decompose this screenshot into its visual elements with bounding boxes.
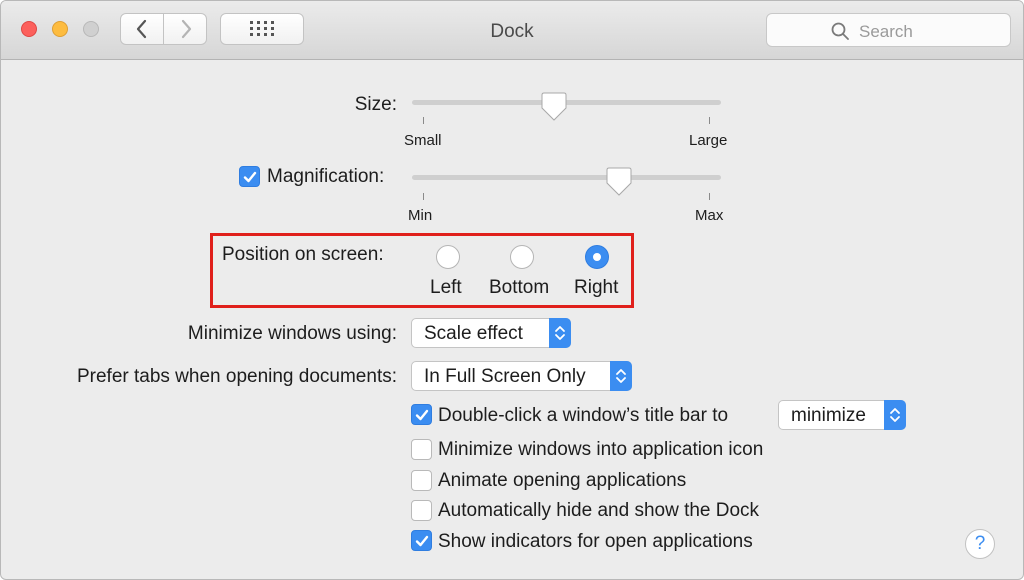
position-bottom-radio[interactable] xyxy=(510,245,534,269)
double-click-checkbox[interactable] xyxy=(411,404,432,425)
minimize-into-icon-checkbox[interactable] xyxy=(411,439,432,460)
search-field[interactable]: Search xyxy=(766,13,1011,47)
up-down-arrows-icon xyxy=(616,369,626,383)
prefer-tabs-value: In Full Screen Only xyxy=(424,366,586,387)
magnification-label: Magnification: xyxy=(267,166,385,187)
minimize-effect-value: Scale effect xyxy=(424,323,523,344)
autohide-dock-checkbox[interactable] xyxy=(411,500,432,521)
size-max-label: Large xyxy=(689,132,728,149)
checkmark-icon xyxy=(243,171,257,183)
animate-opening-label: Animate opening applications xyxy=(438,470,687,491)
size-min-label: Small xyxy=(404,132,442,149)
magnification-min-label: Min xyxy=(408,207,433,224)
double-click-action-popup[interactable]: minimize xyxy=(778,400,906,430)
animate-opening-checkbox[interactable] xyxy=(411,470,432,491)
title-bar: Dock Search xyxy=(1,1,1023,60)
magnification-slider-knob[interactable] xyxy=(606,167,632,197)
position-right-label: Right xyxy=(574,277,619,298)
checkmark-icon xyxy=(415,535,429,547)
up-down-arrows-icon xyxy=(555,326,565,340)
size-slider-knob[interactable] xyxy=(541,92,567,122)
minimize-using-label: Minimize windows using: xyxy=(187,323,397,344)
show-indicators-label: Show indicators for open applications xyxy=(438,531,753,552)
up-down-arrows-icon xyxy=(890,408,900,422)
magnification-max-label: Max xyxy=(695,207,724,224)
size-tick xyxy=(423,117,424,124)
show-indicators-checkbox[interactable] xyxy=(411,530,432,551)
magnification-tick xyxy=(423,193,424,200)
position-bottom-label: Bottom xyxy=(489,277,550,298)
magnification-slider-track[interactable] xyxy=(412,175,721,180)
minimize-effect-popup[interactable]: Scale effect xyxy=(411,318,571,348)
position-right-radio[interactable] xyxy=(585,245,609,269)
position-left-radio[interactable] xyxy=(436,245,460,269)
position-label: Position on screen: xyxy=(222,244,384,265)
checkmark-icon xyxy=(415,409,429,421)
prefer-tabs-label: Prefer tabs when opening documents: xyxy=(76,366,397,387)
magnification-tick xyxy=(709,193,710,200)
size-label: Size: xyxy=(354,94,397,115)
help-button[interactable]: ? xyxy=(965,529,995,559)
search-placeholder: Search xyxy=(859,22,913,41)
search-icon xyxy=(831,22,849,40)
double-click-action-value: minimize xyxy=(791,405,866,426)
double-click-label: Double-click a window’s title bar to xyxy=(438,405,729,426)
size-tick xyxy=(709,117,710,124)
position-left-label: Left xyxy=(430,277,462,298)
dock-preferences-window: Dock Search Size: Small Large Magnificat… xyxy=(0,0,1024,580)
prefer-tabs-popup[interactable]: In Full Screen Only xyxy=(411,361,632,391)
autohide-dock-label: Automatically hide and show the Dock xyxy=(438,500,760,521)
magnification-checkbox[interactable] xyxy=(239,166,260,187)
minimize-into-icon-label: Minimize windows into application icon xyxy=(438,439,764,460)
